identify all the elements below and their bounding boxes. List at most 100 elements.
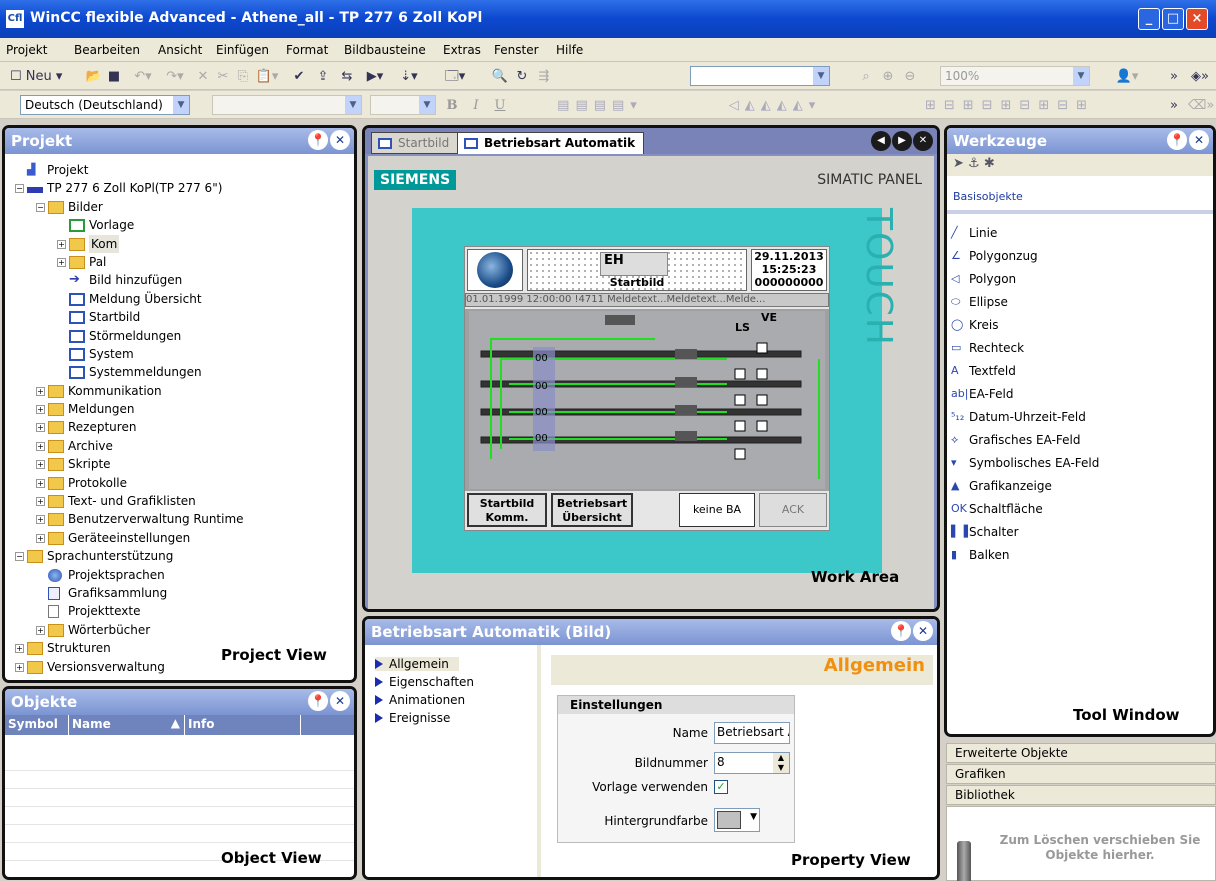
menu-einfuegen[interactable]: Einfügen: [216, 43, 269, 57]
tool-rechteck[interactable]: ▭ Rechteck: [947, 337, 1213, 360]
expand-icon[interactable]: +: [15, 662, 24, 672]
diagnostics-icon[interactable]: ◈»: [1188, 68, 1212, 86]
tool-datum-uhrzeit-feld[interactable]: ⁵₁₂ Datum-Uhrzeit-Feld: [947, 406, 1213, 429]
expand-icon[interactable]: +: [15, 644, 24, 654]
cut-icon[interactable]: ✂: [214, 68, 232, 86]
tool-balken[interactable]: ▮ Balken: [947, 544, 1213, 567]
expand-icon[interactable]: +: [36, 423, 45, 433]
menu-fenster[interactable]: Fenster: [494, 43, 539, 57]
maximize-button[interactable]: □: [1162, 8, 1184, 30]
tab-startbild[interactable]: Startbild: [371, 132, 459, 154]
startbild-komm-button[interactable]: Startbild Komm.: [467, 493, 547, 527]
property-item-animationen[interactable]: Animationen: [375, 693, 465, 707]
expand-icon[interactable]: +: [36, 441, 45, 451]
pointer-icon[interactable]: ➤: [953, 156, 964, 171]
expand-icon[interactable]: +: [36, 533, 45, 543]
goto-icon[interactable]: ↻: [512, 68, 532, 86]
tool-ellipse[interactable]: ⬭ Ellipse: [947, 291, 1213, 314]
hmi-screen[interactable]: EH Startbild 29.11.2013 15:25:23 0000000…: [464, 246, 830, 531]
menu-ansicht[interactable]: Ansicht: [158, 43, 202, 57]
tool-grafikanzeige[interactable]: ▲ Grafikanzeige: [947, 475, 1213, 498]
menu-hilfe[interactable]: Hilfe: [556, 43, 583, 57]
zoom-out-icon[interactable]: ⊖: [900, 68, 920, 86]
font-size-select[interactable]: ▼: [370, 95, 436, 115]
screen-number-input[interactable]: 8 ▲ ▼: [714, 752, 790, 774]
layer-icons[interactable]: ◁◭◭◭◭▾: [690, 97, 860, 115]
overflow-icon-2[interactable]: »: [1166, 97, 1182, 115]
expand-icon[interactable]: +: [36, 386, 45, 396]
tool-grafisches-ea-feld[interactable]: ⟡ Grafisches EA-Feld: [947, 429, 1213, 452]
pin-icon[interactable]: 📍: [1167, 130, 1187, 150]
alignment-icons[interactable]: ▤▤▤▤▾: [520, 97, 680, 115]
pin-icon[interactable]: 📍: [308, 130, 328, 150]
tool-textfeld[interactable]: A Textfeld: [947, 360, 1213, 383]
find-icon[interactable]: 🔍: [490, 68, 510, 86]
menu-projekt[interactable]: Projekt: [6, 43, 47, 57]
bold-button[interactable]: B: [444, 97, 460, 115]
tool-linie[interactable]: ╱ Linie: [947, 222, 1213, 245]
tool-schalter[interactable]: ▌▐ Schalter: [947, 521, 1213, 544]
delete-icon[interactable]: ✕: [194, 68, 212, 86]
accordion-erweiterte-objekte[interactable]: Erweiterte Objekte: [946, 743, 1216, 763]
pin-icon[interactable]: 📍: [891, 621, 911, 641]
runtime-icon[interactable]: ▶▾: [360, 68, 390, 86]
expand-icon[interactable]: +: [36, 515, 45, 525]
compile-icon[interactable]: ✔: [288, 68, 310, 86]
use-template-checkbox[interactable]: ✓: [714, 780, 728, 794]
copy-icon[interactable]: ⎘: [234, 68, 252, 86]
underline-button[interactable]: U: [492, 97, 508, 115]
tool-schaltfläche[interactable]: OK Schaltfläche: [947, 498, 1213, 521]
collapse-icon[interactable]: −: [15, 184, 24, 194]
font-select[interactable]: ▼: [212, 95, 362, 115]
undo-icon[interactable]: ↶▾: [128, 68, 158, 86]
close-button[interactable]: ×: [1186, 8, 1208, 30]
zoom-combo[interactable]: 100% ▼: [940, 66, 1090, 86]
user-icon[interactable]: 👤▾: [1112, 68, 1142, 86]
connect-icon[interactable]: ⇆: [336, 68, 358, 86]
accordion-bibliothek[interactable]: Bibliothek: [946, 785, 1216, 805]
overflow-icon[interactable]: »: [1166, 68, 1182, 86]
name-input[interactable]: Betriebsart Aut: [714, 722, 790, 744]
italic-button[interactable]: I: [468, 97, 484, 115]
zoom-area-icon[interactable]: ⌕: [856, 68, 876, 86]
tool-kreis[interactable]: ◯ Kreis: [947, 314, 1213, 337]
menu-bearbeiten[interactable]: Bearbeiten: [74, 43, 140, 57]
save-icon[interactable]: ■: [104, 68, 124, 86]
category-basisobjekte[interactable]: Basisobjekte: [953, 190, 1023, 203]
tab-left-icon[interactable]: ◀: [871, 131, 891, 151]
eraser-icon[interactable]: ⌫»: [1188, 97, 1214, 115]
new-button[interactable]: ☐ Neu ▾: [10, 68, 80, 86]
column-header-name[interactable]: Name ▲: [69, 715, 185, 735]
close-icon[interactable]: ✕: [1189, 130, 1209, 150]
tab-betriebsart-automatik[interactable]: Betriebsart Automatik: [457, 132, 645, 154]
paste-icon[interactable]: 📋▾: [254, 68, 280, 86]
tool-symbolisches-ea-feld[interactable]: ▾ Symbolisches EA-Feld: [947, 452, 1213, 475]
property-item-eigenschaften[interactable]: Eigenschaften: [375, 675, 474, 689]
anchor-icon[interactable]: ⚓: [968, 156, 980, 171]
close-icon[interactable]: ✕: [913, 621, 933, 641]
align-icon[interactable]: ⇣▾: [398, 68, 420, 86]
expand-icon[interactable]: +: [36, 478, 45, 488]
expand-icon[interactable]: +: [36, 460, 45, 470]
background-color-picker[interactable]: ▼: [714, 808, 760, 832]
column-header-info[interactable]: Info: [185, 715, 301, 735]
transfer-icon[interactable]: ⇪: [312, 68, 334, 86]
menu-format[interactable]: Format: [286, 43, 328, 57]
expand-icon[interactable]: +: [57, 239, 66, 249]
tool-polygonzug[interactable]: ∠ Polygonzug: [947, 245, 1213, 268]
expand-icon[interactable]: +: [57, 257, 66, 267]
tool-ea-feld[interactable]: ab| EA-Feld: [947, 383, 1213, 406]
object-combo[interactable]: ▼: [690, 66, 830, 86]
expand-icon[interactable]: +: [36, 625, 45, 635]
crossref-icon[interactable]: ⇶: [534, 68, 554, 86]
close-icon[interactable]: ✕: [330, 691, 350, 711]
tab-right-icon[interactable]: ▶: [892, 131, 912, 151]
menu-bildbausteine[interactable]: Bildbausteine: [344, 43, 426, 57]
zoom-in-icon[interactable]: ⊕: [878, 68, 898, 86]
accordion-grafiken[interactable]: Grafiken: [946, 764, 1216, 784]
open-icon[interactable]: 📂: [84, 68, 104, 86]
language-tool-icon[interactable]: 🗔▾: [440, 68, 470, 86]
close-icon[interactable]: ✕: [913, 131, 933, 151]
tool-polygon[interactable]: ◁ Polygon: [947, 268, 1213, 291]
property-item-allgemein[interactable]: Allgemein: [375, 657, 459, 671]
